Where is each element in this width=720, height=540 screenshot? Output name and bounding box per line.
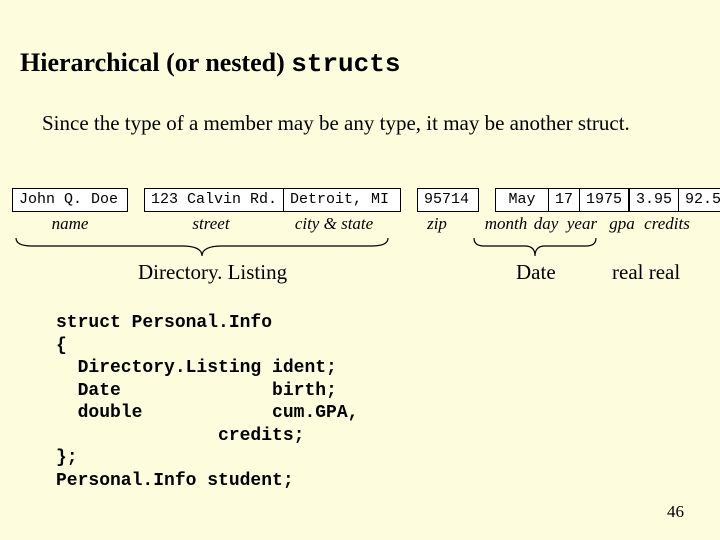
cell-month: May	[495, 188, 549, 212]
code-block: struct Personal.Info { Directory.Listing…	[56, 312, 358, 492]
group-label-reals: real real	[612, 260, 680, 285]
slide-title: Hierarchical (or nested) structs	[20, 48, 400, 79]
field-labels: name street city & state zip month day y…	[12, 214, 692, 234]
lbl-name: name	[12, 214, 128, 234]
lbl-zip: zip	[406, 214, 468, 234]
group-address: 123 Calvin Rd. Detroit, MI	[144, 188, 401, 212]
intro-paragraph: Since the type of a member may be any ty…	[42, 110, 680, 136]
data-row: John Q. Doe 123 Calvin Rd. Detroit, MI 9…	[12, 188, 720, 212]
cell-credits: 92.5	[678, 188, 720, 212]
group-zip: 95714	[417, 188, 479, 212]
title-mono: structs	[291, 49, 400, 79]
group-date: May 17 1975	[495, 188, 629, 212]
lbl-month: month	[482, 214, 530, 234]
lbl-citystate: city & state	[278, 214, 390, 234]
brace-directory	[12, 236, 392, 258]
lbl-street: street	[144, 214, 278, 234]
lbl-year: year	[562, 214, 602, 234]
cell-zip: 95714	[417, 188, 479, 212]
group-label-date: Date	[516, 260, 556, 285]
title-prefix: Hierarchical (or nested)	[20, 48, 291, 77]
group-label-directory: Directory. Listing	[138, 260, 287, 285]
cell-street: 123 Calvin Rd.	[144, 188, 284, 212]
group-identity: John Q. Doe	[12, 188, 128, 212]
page-number: 46	[667, 502, 684, 522]
cell-citystate: Detroit, MI	[283, 188, 401, 212]
lbl-gpa: gpa	[602, 214, 642, 234]
cell-year: 1975	[579, 188, 629, 212]
lbl-day: day	[530, 214, 562, 234]
brace-date	[470, 236, 600, 258]
group-reals: 3.95 92.5	[629, 188, 720, 212]
cell-day: 17	[548, 188, 580, 212]
lbl-credits: credits	[642, 214, 692, 234]
cell-name: John Q. Doe	[12, 188, 128, 212]
cell-gpa: 3.95	[629, 188, 679, 212]
